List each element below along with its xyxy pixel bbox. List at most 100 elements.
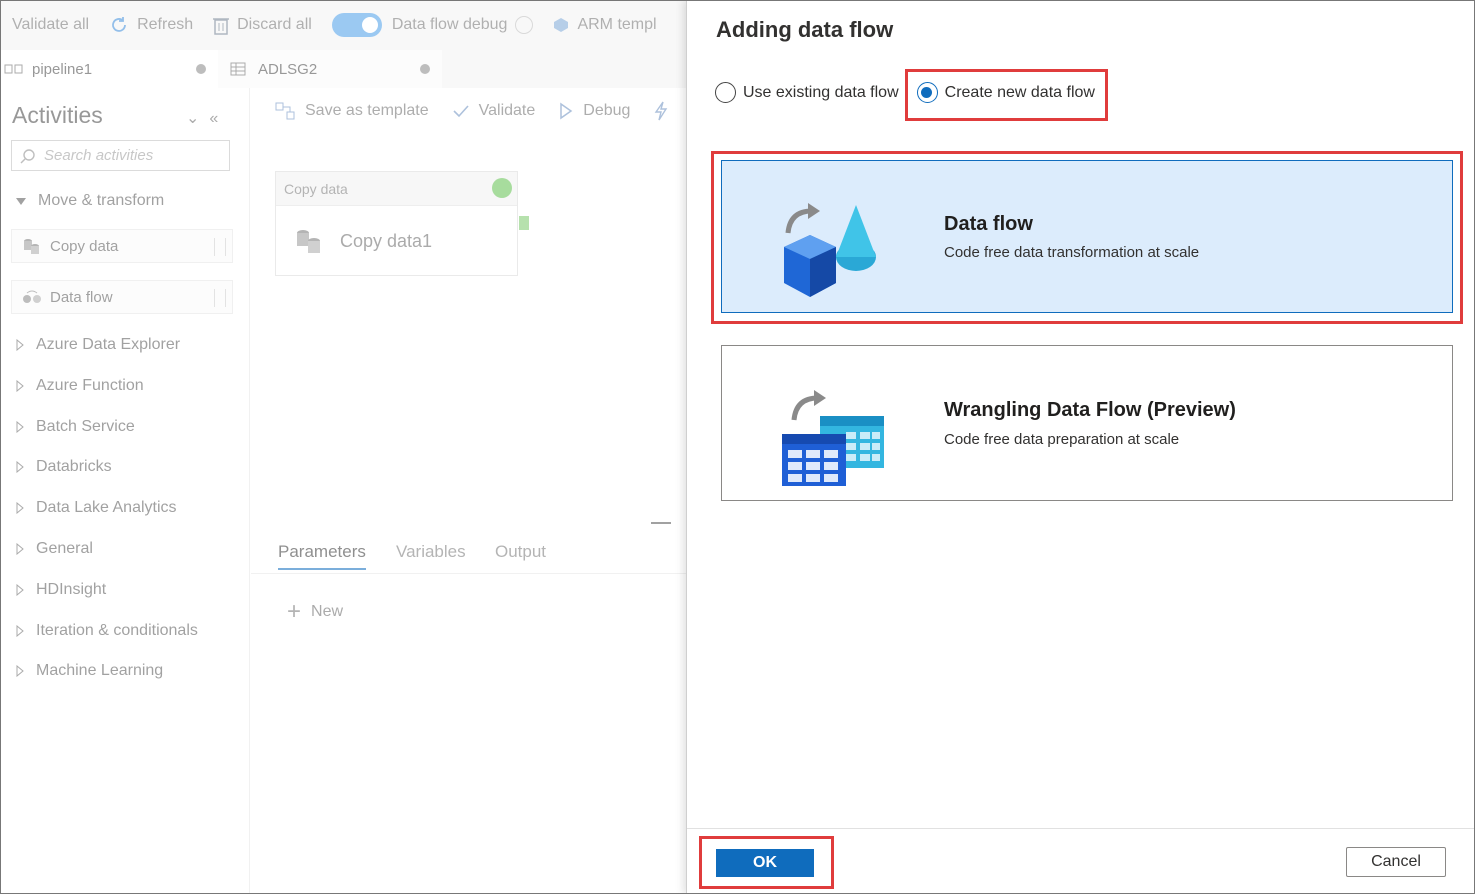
wrangling-data-flow-option-card[interactable]: Wrangling Data Flow (Preview) Code free …	[721, 345, 1453, 501]
node-body: Copy data1	[276, 206, 517, 276]
group-label: Data Lake Analytics	[36, 499, 177, 517]
collapsed-chevron-icon	[16, 665, 24, 678]
table-icon	[230, 62, 246, 76]
properties-tabs: Parameters Variables Output	[251, 538, 690, 574]
checkmark-icon	[453, 104, 469, 117]
group-label: Iteration & conditionals	[36, 621, 198, 639]
activity-group[interactable]: HDInsight	[16, 581, 106, 599]
collapsed-chevron-icon	[16, 461, 24, 474]
copy-data-activity-node[interactable]: Copy data Copy data1	[275, 171, 518, 276]
unsaved-dot-icon	[196, 64, 206, 74]
debug-label: Debug	[583, 101, 631, 119]
toggle-switch[interactable]	[331, 13, 382, 37]
data-flow-icon	[23, 290, 41, 303]
success-output-port[interactable]	[519, 216, 529, 230]
wrangling-data-flow-icon	[782, 390, 884, 486]
canvas-toolbar: Save as template Validate Debug	[251, 88, 690, 133]
card-description: Code free data preparation at scale	[944, 431, 1180, 448]
node-type-label: Copy data	[284, 180, 348, 197]
activities-title: Activities	[12, 102, 103, 128]
activity-group[interactable]: Iteration & conditionals	[16, 622, 198, 640]
drag-handle-icon[interactable]	[214, 289, 226, 307]
activity-group[interactable]: Databricks	[16, 458, 112, 476]
debug-button[interactable]: Debug	[559, 102, 630, 120]
group-label: Azure Data Explorer	[36, 336, 181, 353]
activity-label: Copy data	[50, 237, 119, 255]
arm-template-label: ARM templ	[577, 16, 657, 33]
tab-variables[interactable]: Variables	[396, 542, 466, 562]
activity-group[interactable]: Machine Learning	[16, 662, 163, 680]
arm-template-button[interactable]: ARM templ	[553, 16, 657, 34]
collapse-all-icon[interactable]: ⌄	[186, 110, 209, 127]
collapsed-chevron-icon	[16, 420, 24, 433]
tab-parameters[interactable]: Parameters	[278, 542, 366, 570]
lightning-icon	[655, 101, 668, 120]
search-icon	[20, 148, 35, 163]
group-label: Databricks	[36, 458, 112, 476]
radio-use-existing[interactable]: Use existing data flow	[715, 82, 899, 103]
new-label: New	[311, 603, 344, 620]
drag-handle-icon[interactable]	[214, 238, 226, 256]
collapse-panel-icon[interactable]: «	[209, 110, 228, 127]
highlight-box	[711, 151, 1463, 324]
cancel-button[interactable]: Cancel	[1346, 847, 1446, 877]
activity-group[interactable]: Data Lake Analytics	[16, 499, 177, 517]
success-check-icon	[492, 178, 512, 198]
collapsed-chevron-icon	[16, 543, 24, 555]
activity-group[interactable]: General	[16, 540, 93, 558]
discard-all-button[interactable]: Discard all	[213, 15, 312, 35]
plus-icon: +	[287, 598, 302, 625]
tab-pipeline1[interactable]: pipeline1	[0, 50, 218, 88]
group-label: Machine Learning	[36, 662, 164, 680]
tab-adlsg2[interactable]: ADLSG2	[218, 50, 442, 88]
group-move-transform[interactable]: Move & transform	[16, 192, 164, 210]
trash-icon	[213, 18, 230, 35]
refresh-button[interactable]: Refresh	[109, 15, 193, 35]
collapsed-chevron-icon	[16, 583, 24, 596]
copy-data-icon	[297, 230, 320, 253]
activity-group[interactable]: Azure Function	[16, 377, 144, 395]
highlight-box	[905, 69, 1108, 121]
radio-label: Use existing data flow	[743, 83, 899, 101]
group-label: Batch Service	[36, 417, 135, 435]
save-as-template-button[interactable]: Save as template	[275, 102, 429, 120]
tab-output[interactable]: Output	[495, 542, 546, 562]
group-label: General	[36, 540, 93, 557]
dialog-title: Adding data flow	[716, 17, 894, 42]
pipeline-icon	[4, 64, 23, 74]
panel-resize-handle[interactable]	[651, 522, 671, 524]
dialog-footer: OK Cancel	[687, 828, 1475, 894]
arm-template-icon	[554, 18, 569, 32]
trigger-button[interactable]	[654, 101, 678, 121]
debug-status-icon	[515, 16, 534, 34]
collapsed-chevron-icon	[16, 379, 24, 392]
tab-label: ADLSG2	[258, 60, 318, 78]
save-as-template-label: Save as template	[305, 101, 429, 119]
activity-copy-data[interactable]: Copy data	[11, 229, 233, 263]
validate-all-label: Validate all	[12, 16, 90, 33]
tab-label: pipeline1	[32, 60, 93, 78]
validate-button[interactable]: Validate	[453, 102, 535, 120]
collapsed-chevron-icon	[16, 502, 24, 515]
copy-data-icon	[24, 239, 39, 254]
card-title: Wrangling Data Flow (Preview)	[944, 399, 1236, 421]
template-icon	[275, 102, 295, 119]
collapsed-chevron-icon	[16, 339, 24, 351]
activity-data-flow[interactable]: Data flow	[11, 280, 233, 314]
group-label: Move & transform	[38, 192, 165, 209]
new-parameter-button[interactable]: + New	[287, 598, 343, 626]
activity-group[interactable]: Batch Service	[16, 418, 135, 436]
unsaved-dot-icon	[420, 64, 430, 74]
data-flow-debug-toggle[interactable]: Data flow debug	[331, 13, 534, 37]
pipeline-canvas[interactable]: Save as template Validate Debug Copy dat…	[251, 88, 690, 894]
data-flow-debug-label: Data flow debug	[391, 16, 508, 33]
collapsed-chevron-icon	[16, 624, 24, 637]
activity-label: Data flow	[50, 288, 113, 306]
activity-group[interactable]: Azure Data Explorer	[16, 336, 180, 354]
discard-all-label: Discard all	[237, 16, 312, 33]
validate-all-button[interactable]: Validate all	[12, 16, 89, 34]
highlight-box	[699, 836, 834, 889]
radio-button[interactable]	[715, 82, 736, 103]
search-activities-input[interactable]: Search activities	[11, 140, 230, 171]
panel-controls: ⌄«	[186, 108, 228, 128]
